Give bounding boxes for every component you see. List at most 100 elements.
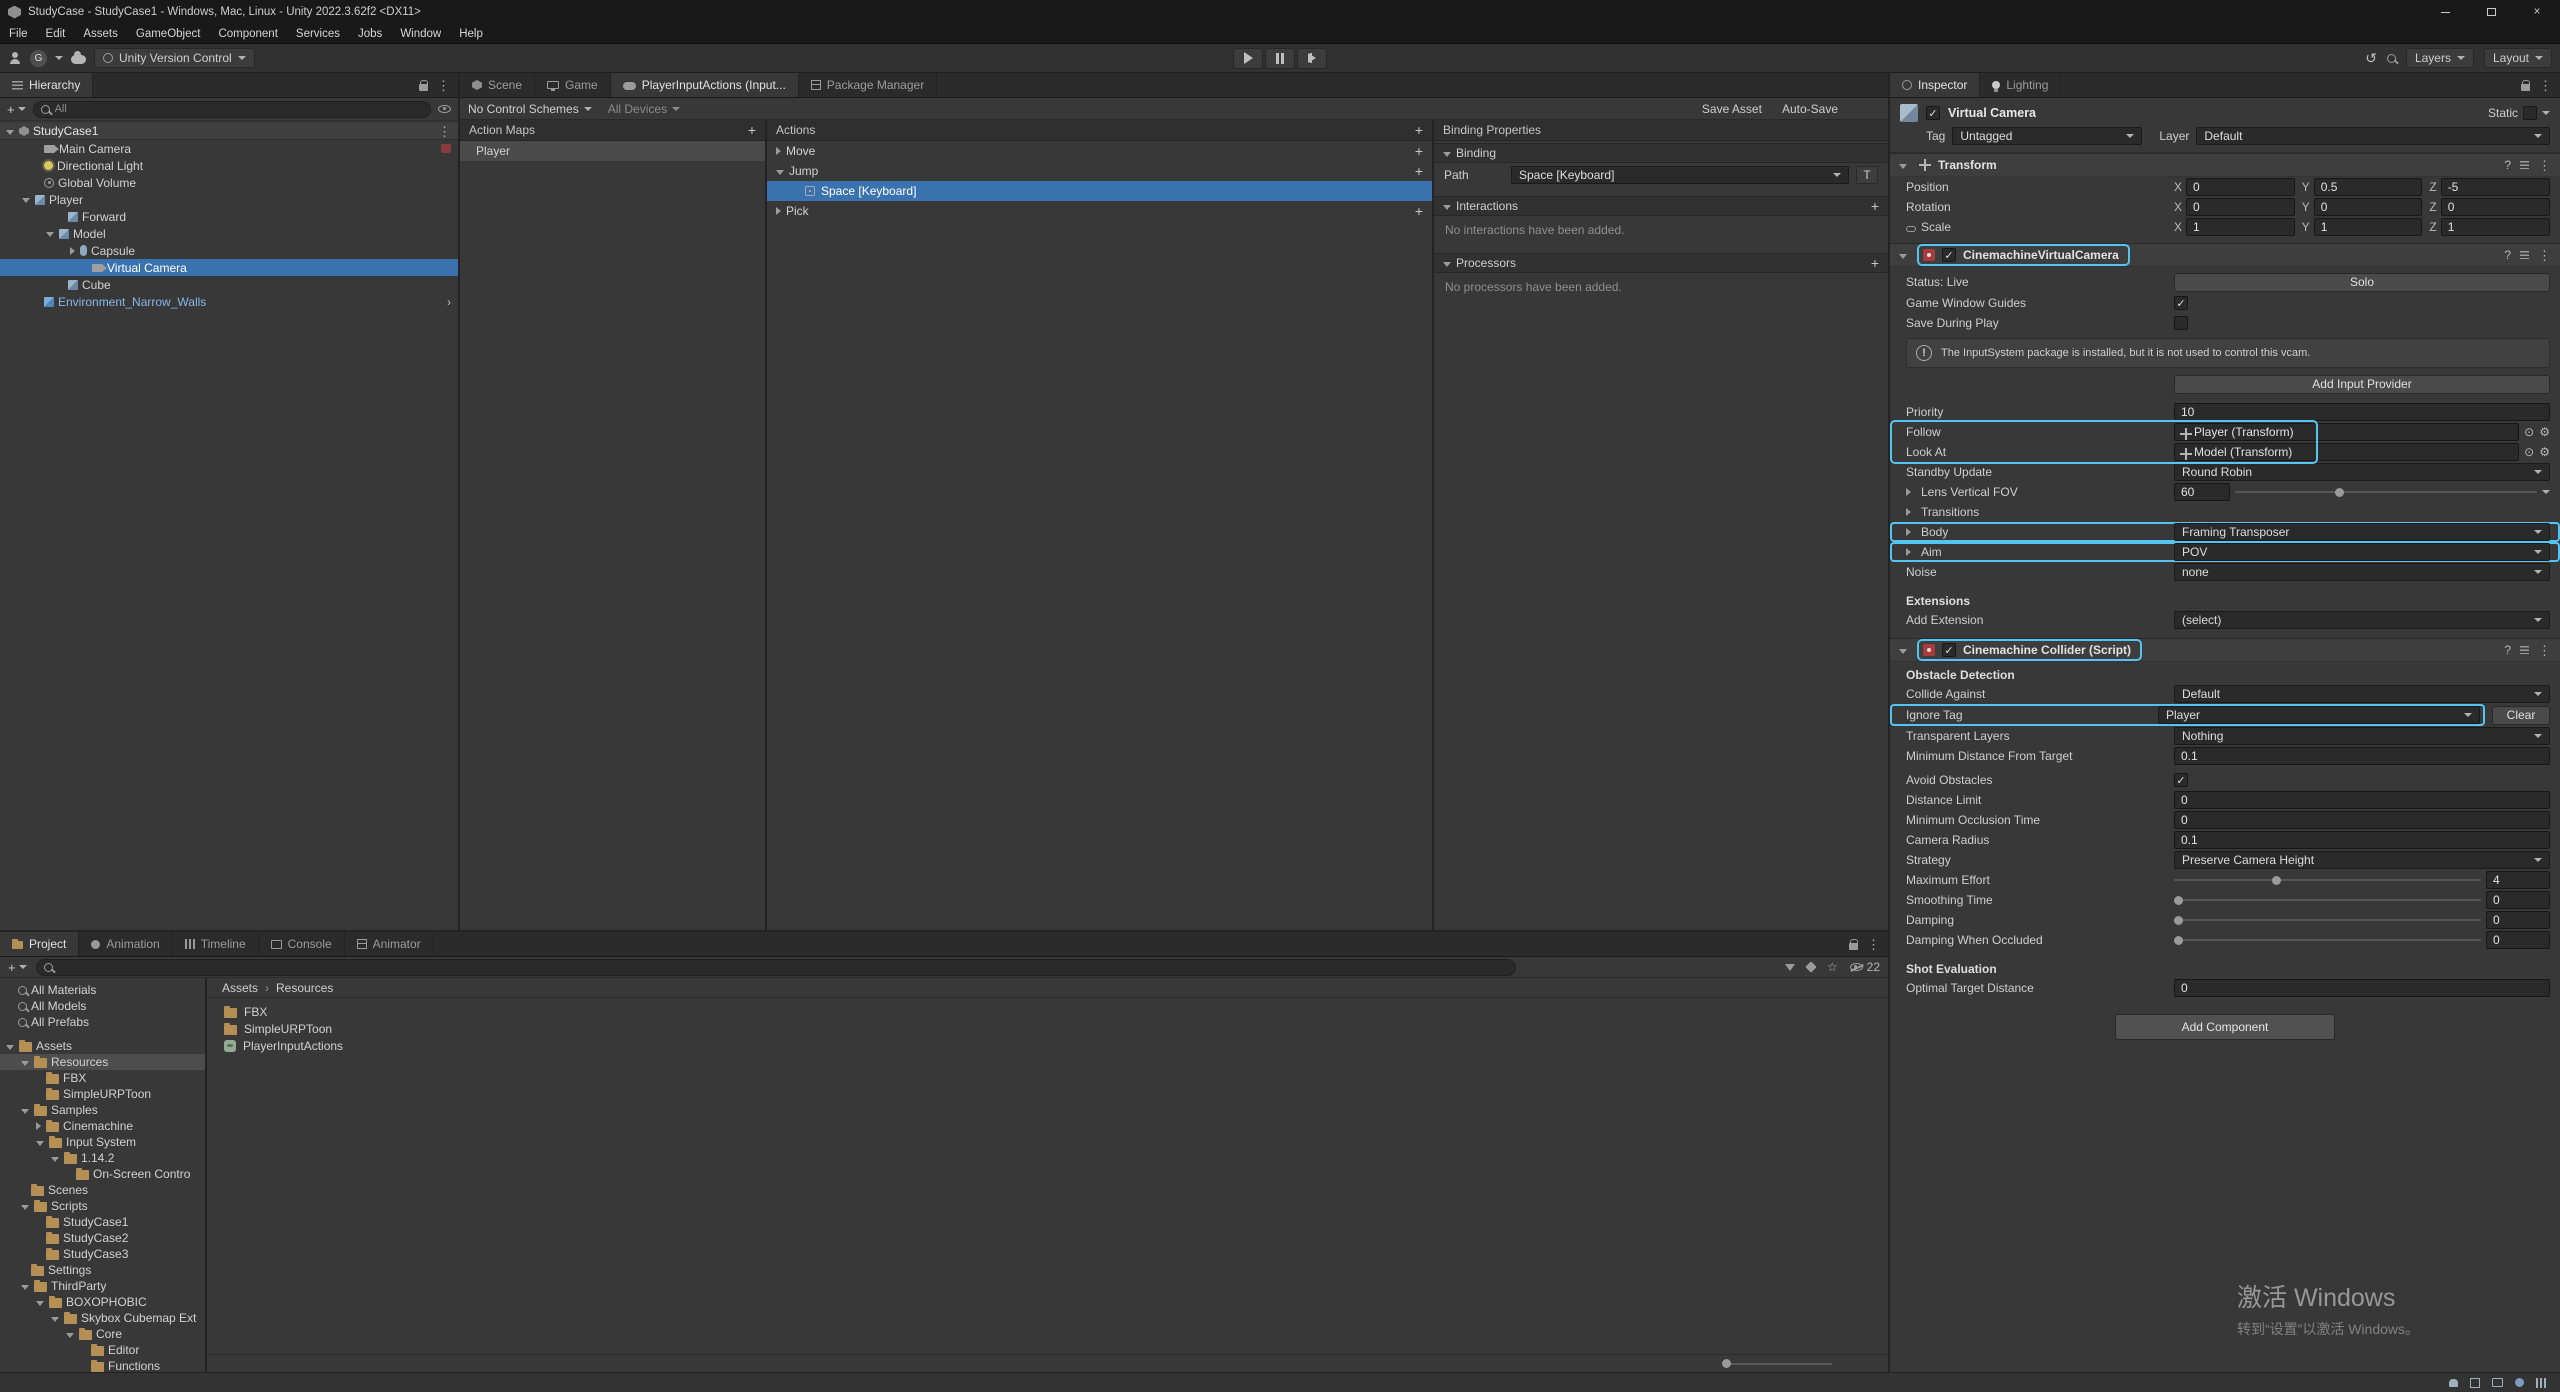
lens-fov-slider[interactable] [2235,485,2537,499]
add-binding-button[interactable]: + [1415,204,1423,218]
tree-scripts[interactable]: Scripts [0,1198,205,1214]
add-binding-button[interactable]: + [1415,164,1423,178]
add-interaction-button[interactable]: + [1871,199,1879,213]
transparent-layers-dropdown[interactable]: Nothing [2174,727,2550,745]
menu-assets[interactable]: Assets [74,24,127,43]
tree-all-materials[interactable]: All Materials [0,982,205,998]
active-checkbox[interactable]: ✓ [1926,106,1940,120]
auto-save-toggle[interactable]: Auto-Save [1782,102,1838,116]
create-button[interactable]: + [7,102,26,117]
action-jump[interactable]: Jump + [767,161,1432,181]
collide-against-dropdown[interactable]: Default [2174,685,2550,703]
static-checkbox[interactable] [2523,106,2537,120]
foldout-icon[interactable] [21,1285,29,1290]
panel-menu-icon[interactable]: ⋮ [2539,79,2552,92]
noise-dropdown[interactable]: none [2174,563,2550,581]
hierarchy-item-capsule[interactable]: Capsule [0,242,458,259]
tag-dropdown[interactable]: Untagged [1952,127,2142,145]
foldout-icon[interactable] [51,1317,59,1322]
slider-knob[interactable] [2174,936,2183,945]
position-z-field[interactable]: -5 [2441,178,2550,196]
add-component-button[interactable]: Add Component [2115,1014,2335,1040]
help-icon[interactable]: ? [2504,158,2511,172]
foldout-icon[interactable] [1899,649,1907,654]
action-move[interactable]: Move + [767,141,1432,161]
foldout-icon[interactable] [36,1122,41,1130]
gear-icon[interactable]: ⚙ [2539,445,2550,459]
tab-animator[interactable]: Animator [345,932,434,956]
hierarchy-item-forward[interactable]: Forward [0,208,458,225]
layers-dropdown[interactable]: Layers [2406,48,2474,68]
rotation-x-field[interactable]: 0 [2186,198,2295,216]
strategy-dropdown[interactable]: Preserve Camera Height [2174,851,2550,869]
damping-field[interactable]: 0 [2486,911,2550,929]
tab-hierarchy[interactable]: Hierarchy [0,73,93,97]
tree-settings[interactable]: Settings [0,1262,205,1278]
scene-menu-icon[interactable]: ⋮ [438,125,451,138]
priority-field[interactable]: 10 [2174,403,2550,421]
maximize-button[interactable] [2468,0,2514,24]
clear-button[interactable]: Clear [2492,706,2550,725]
add-processor-button[interactable]: + [1871,256,1879,270]
foldout-icon[interactable] [776,207,781,215]
path-text-toggle-button[interactable]: T [1856,166,1878,184]
damping-occluded-slider[interactable] [2174,933,2481,947]
static-chevron-down-icon[interactable] [2542,111,2550,115]
game-window-guides-checkbox[interactable]: ✓ [2174,296,2188,310]
smoothing-time-slider[interactable] [2174,893,2481,907]
component-menu-icon[interactable]: ⋮ [2538,159,2551,172]
avoid-obstacles-checkbox[interactable]: ✓ [2174,773,2188,787]
pause-button[interactable] [1265,48,1295,69]
asset-simpleurptoon[interactable]: SimpleURPToon [207,1020,1888,1037]
tab-package-manager[interactable]: Package Manager [799,73,937,97]
cloud-icon[interactable] [71,55,86,64]
tree-samples[interactable]: Samples [0,1102,205,1118]
gameobject-name[interactable]: Virtual Camera [1948,106,2036,120]
foldout-icon[interactable] [70,247,75,255]
hierarchy-item-global-volume[interactable]: Global Volume [0,174,458,191]
rotation-z-field[interactable]: 0 [2441,198,2550,216]
position-x-field[interactable]: 0 [2186,178,2295,196]
search-icon[interactable] [2387,54,2396,63]
lock-icon[interactable] [1849,943,1858,950]
scene-visibility-icon[interactable] [438,105,451,113]
project-search-input[interactable] [58,961,1508,973]
layout-status-icon[interactable] [2536,1378,2546,1388]
tree-on-screen-controls[interactable]: On-Screen Contro [0,1166,205,1182]
control-schemes-dropdown[interactable]: No Control Schemes [468,102,592,116]
optimal-distance-field[interactable]: 0 [2174,979,2550,997]
close-button[interactable]: × [2514,0,2560,24]
component-menu-icon[interactable]: ⋮ [2538,249,2551,262]
foldout-icon[interactable] [1906,488,1911,496]
hierarchy-search-input[interactable] [55,103,423,115]
transform-header[interactable]: Transform ? ⋮ [1890,153,2560,177]
lens-fov-field[interactable]: 60 [2174,483,2230,501]
tab-lighting[interactable]: Lighting [1980,73,2061,97]
cinemachine-vcam-header[interactable]: ✓ CinemachineVirtualCamera ? ⋮ [1890,243,2560,267]
smoothing-time-field[interactable]: 0 [2486,891,2550,909]
panel-menu-icon[interactable]: ⋮ [437,79,450,92]
breadcrumb-assets[interactable]: Assets [222,981,258,995]
tree-functions[interactable]: Functions [0,1358,205,1372]
tab-project[interactable]: Project [0,932,79,956]
action-pick[interactable]: Pick + [767,201,1432,221]
tree-boxophobic[interactable]: BOXOPHOBIC [0,1294,205,1310]
damping-slider[interactable] [2174,913,2481,927]
help-icon[interactable]: ? [2504,248,2511,262]
save-during-play-checkbox[interactable] [2174,316,2188,330]
add-extension-dropdown[interactable]: (select) [2174,611,2550,629]
foldout-icon[interactable] [21,1109,29,1114]
tab-player-input-actions[interactable]: PlayerInputActions (Input... [611,73,799,97]
tab-inspector[interactable]: Inspector [1890,73,1980,97]
tree-skybox-cubemap[interactable]: Skybox Cubemap Ext [0,1310,205,1326]
follow-object-field[interactable]: Player (Transform) [2174,423,2519,441]
tab-game[interactable]: Game [535,73,611,97]
notification-icon[interactable] [2449,1379,2458,1387]
tree-thirdparty[interactable]: ThirdParty [0,1278,205,1294]
foldout-icon[interactable] [51,1157,59,1162]
foldout-icon[interactable] [1906,528,1911,536]
hierarchy-item-player[interactable]: Player [0,191,458,208]
max-effort-field[interactable]: 4 [2486,871,2550,889]
tree-1-14-2[interactable]: 1.14.2 [0,1150,205,1166]
create-asset-button[interactable]: + [8,960,27,975]
